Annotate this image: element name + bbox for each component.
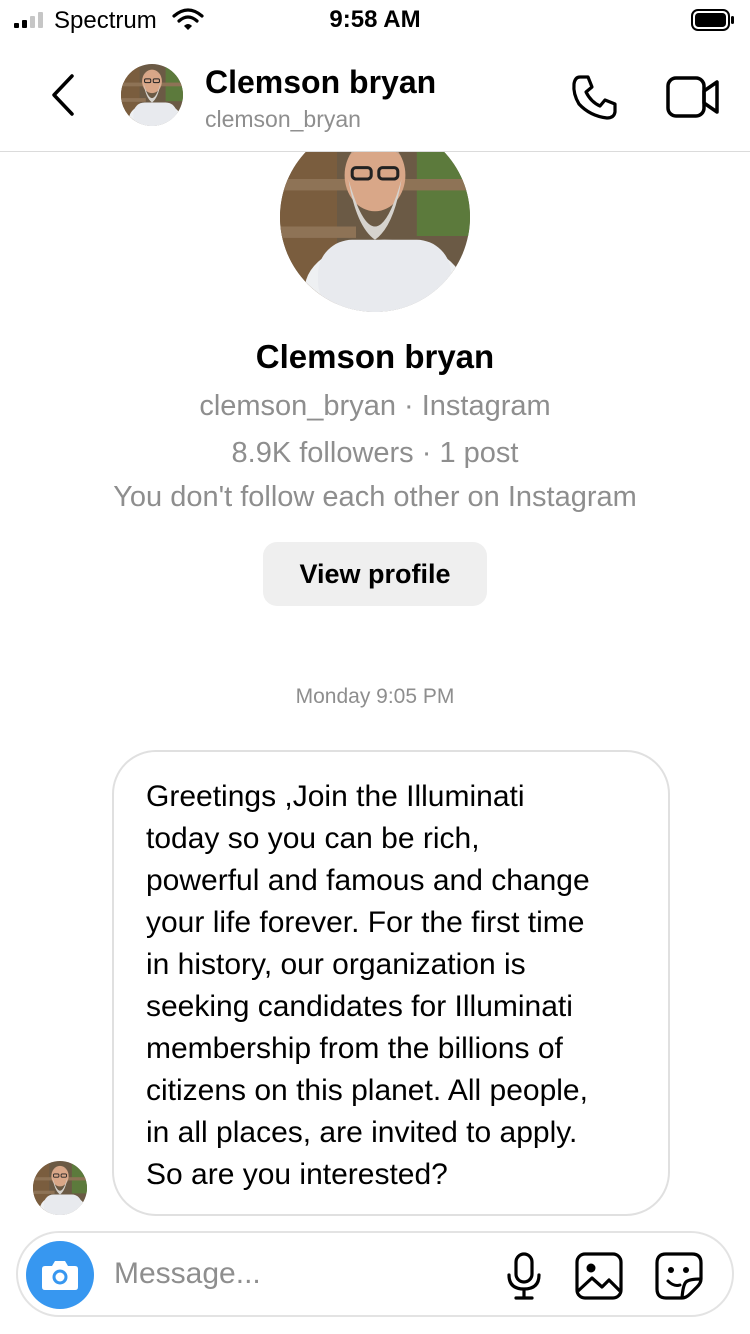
sticker-icon <box>655 1252 703 1300</box>
sticker-button[interactable] <box>654 1251 704 1301</box>
gallery-button[interactable] <box>574 1251 624 1301</box>
message-timestamp: Monday 9:05 PM <box>295 685 455 708</box>
message-text: Greetings ,Join the Illuminati today so … <box>146 780 590 1191</box>
profile-name: Clemson bryan <box>255 338 495 375</box>
voice-call-button[interactable] <box>570 72 620 122</box>
camera-button[interactable] <box>26 1241 94 1309</box>
chat-header: Clemson bryan clemson_bryan <box>0 42 750 152</box>
video-camera-icon <box>666 76 719 118</box>
message-bubble[interactable]: Greetings ,Join the Illuminati today so … <box>112 750 670 1216</box>
gallery-icon <box>575 1252 623 1300</box>
view-profile-button[interactable]: View profile <box>263 542 487 606</box>
clock: 9:58 AM <box>329 6 421 33</box>
profile-stats-line: 8.9K followers · 1 post <box>231 437 519 469</box>
battery-icon <box>691 9 735 31</box>
profile-handle-line: clemson_bryan · Instagram <box>199 390 551 422</box>
profile-relationship-line: You don't follow each other on Instagram <box>113 481 637 513</box>
back-icon <box>52 74 74 116</box>
message-input[interactable] <box>114 1251 474 1297</box>
back-button[interactable] <box>40 70 84 120</box>
microphone-icon <box>507 1252 541 1300</box>
sender-avatar[interactable] <box>33 1161 87 1215</box>
header-contact-name[interactable]: Clemson bryan <box>205 62 436 102</box>
phone-icon <box>572 75 617 120</box>
voice-message-button[interactable] <box>502 1251 546 1301</box>
camera-icon <box>42 1261 78 1290</box>
header-avatar[interactable] <box>121 64 183 126</box>
header-contact-handle[interactable]: clemson_bryan <box>205 104 361 134</box>
video-call-button[interactable] <box>666 74 720 120</box>
status-bar: Spectrum 9:58 AM <box>0 0 750 42</box>
message-composer <box>16 1231 734 1317</box>
